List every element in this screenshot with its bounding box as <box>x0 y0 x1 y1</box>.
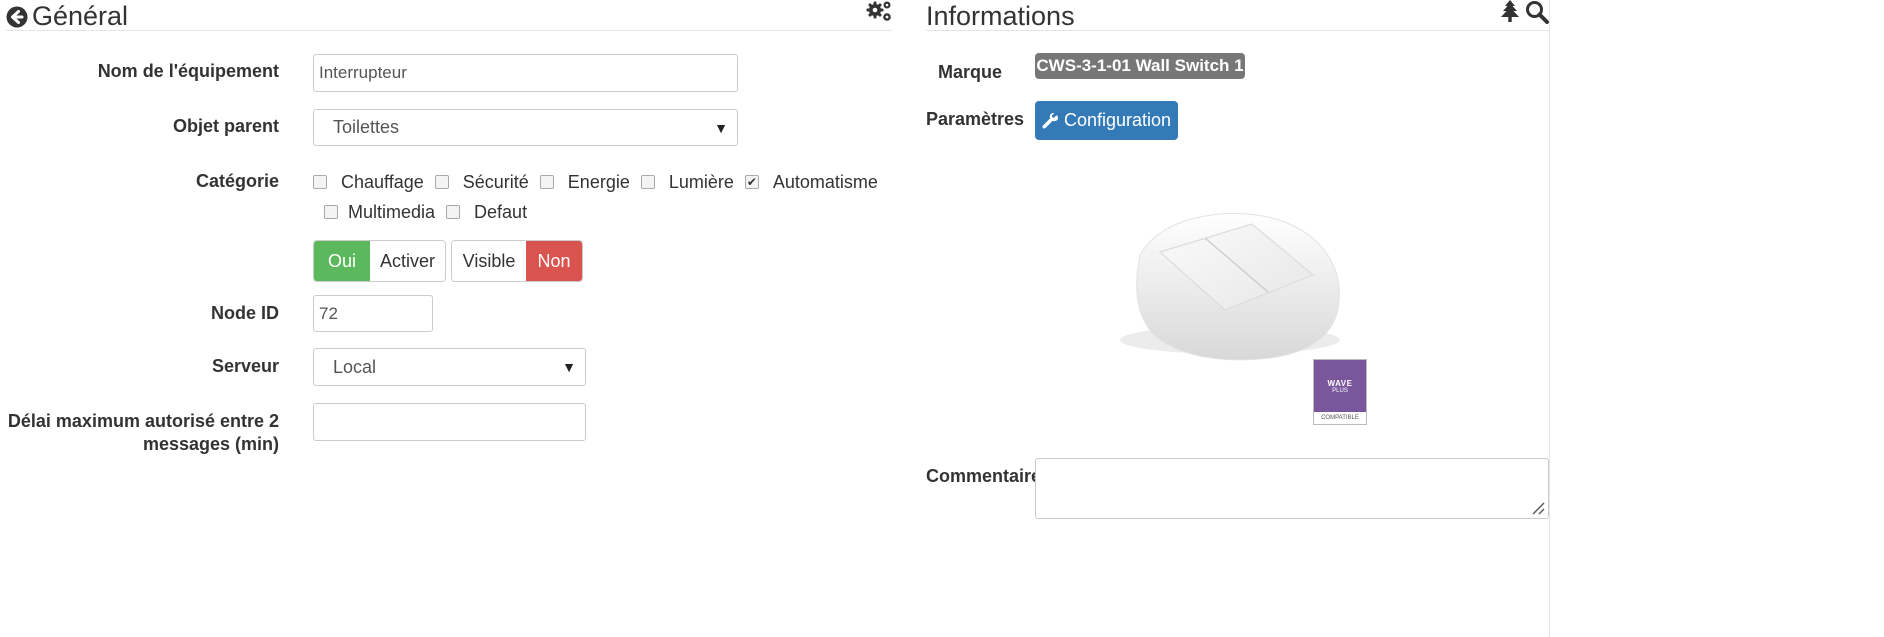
enable-on-option[interactable]: Oui <box>314 241 370 281</box>
server-select[interactable]: Local ▼ <box>313 348 586 386</box>
category-securite[interactable]: Sécurité <box>434 172 529 193</box>
zwave-logo-text: WAVE <box>1327 378 1353 388</box>
circle-arrow-left-icon <box>6 6 28 28</box>
visible-on-option[interactable]: Visible <box>452 241 526 281</box>
equipment-name-value: Interrupteur <box>319 63 407 82</box>
resize-handle-icon[interactable] <box>1531 501 1545 515</box>
equipment-name-label: Nom de l'équipement <box>97 61 279 81</box>
wrench-icon <box>1042 112 1058 129</box>
delay-input[interactable] <box>313 403 586 441</box>
parent-object-select[interactable]: Toilettes ▼ <box>313 109 738 146</box>
server-label: Serveur <box>211 356 279 376</box>
checkbox-chauffage[interactable] <box>313 175 327 189</box>
equipment-name-input[interactable]: Interrupteur <box>313 54 738 92</box>
general-header-rule <box>6 30 892 31</box>
zwave-plus-logo: WAVE PLUS COMPATIBLE <box>1313 359 1367 425</box>
category-lumiere[interactable]: Lumière <box>640 172 734 193</box>
info-title: Informations <box>926 1 1075 31</box>
zwave-logo-footer: COMPATIBLE <box>1321 415 1359 421</box>
general-title: Général <box>32 1 129 31</box>
comment-label: Commentaire <box>926 466 1042 486</box>
node-id-value: 72 <box>319 303 338 323</box>
cogs-icon[interactable] <box>866 0 894 24</box>
category-automatisme[interactable]: ✔ Automatisme <box>744 172 878 193</box>
configuration-button[interactable]: Configuration <box>1035 101 1178 140</box>
visible-toggle[interactable]: Visible Non <box>451 240 583 282</box>
device-image <box>1100 200 1360 370</box>
category-chauffage[interactable]: Chauffage <box>313 172 424 193</box>
checkbox-automatisme[interactable]: ✔ <box>744 175 759 189</box>
checkbox-lumiere[interactable] <box>640 175 655 189</box>
general-header-icon[interactable] <box>6 6 28 28</box>
search-icon[interactable] <box>1525 0 1549 24</box>
node-id-label: Node ID <box>210 303 279 323</box>
category-label: Catégorie <box>195 171 279 191</box>
brand-label: Marque <box>937 62 1002 82</box>
configuration-button-label: Configuration <box>1063 110 1172 130</box>
delay-label-line2: messages (min) <box>142 434 279 454</box>
category-row-2: Multimedia Defaut <box>324 202 527 222</box>
info-header-rule <box>926 30 1549 31</box>
chevron-down-icon: ▼ <box>562 359 576 375</box>
category-energie[interactable]: Energie <box>539 172 630 193</box>
parent-object-value: Toilettes <box>333 117 400 137</box>
info-right-border <box>1549 0 1550 637</box>
chevron-down-icon: ▼ <box>714 119 728 136</box>
parent-object-label: Objet parent <box>172 116 279 136</box>
checkbox-defaut[interactable] <box>446 205 461 219</box>
category-row-1: Chauffage Sécurité Energie Lumière ✔ Auto… <box>313 172 878 192</box>
visible-off-option[interactable]: Non <box>526 241 582 281</box>
server-value: Local <box>333 356 377 377</box>
brand-badge: CWS-3-1-01 Wall Switch 1 <box>1035 53 1245 79</box>
category-defaut[interactable]: Defaut <box>446 202 527 223</box>
node-id-input[interactable]: 72 <box>313 295 433 332</box>
tree-icon[interactable] <box>1500 0 1520 22</box>
comment-textarea[interactable] <box>1035 458 1549 519</box>
checkbox-energie[interactable] <box>539 175 554 189</box>
enable-toggle[interactable]: Oui Activer <box>313 240 446 282</box>
category-multimedia[interactable]: Multimedia <box>324 202 435 223</box>
checkbox-securite[interactable] <box>434 175 449 189</box>
enable-off-option[interactable]: Activer <box>370 241 445 281</box>
checkbox-multimedia[interactable] <box>324 205 338 219</box>
params-label: Paramètres <box>926 109 1025 129</box>
zwave-logo-plus: PLUS <box>1332 387 1348 394</box>
